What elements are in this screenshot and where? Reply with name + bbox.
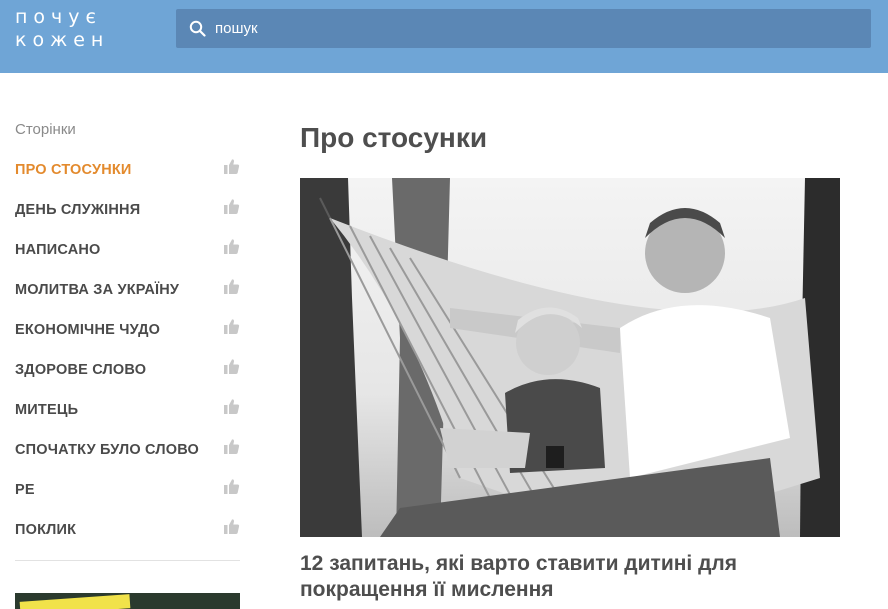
banner-yellow-shape — [19, 594, 131, 609]
sidebar-banner-image[interactable] — [15, 593, 240, 609]
sidebar-item-0[interactable]: ПРО СТОСУНКИ — [15, 150, 240, 190]
sidebar-item-label: МИТЕЦЬ — [15, 402, 79, 418]
thumbs-up-icon[interactable] — [223, 398, 240, 415]
search-bar[interactable] — [176, 9, 871, 48]
sidebar-item-label: СПОЧАТКУ БУЛО СЛОВО — [15, 442, 199, 458]
thumbs-up-icon[interactable] — [223, 438, 240, 455]
thumbs-up-icon[interactable] — [223, 198, 240, 215]
logo-line-1: почує — [15, 6, 102, 28]
thumbs-up-icon[interactable] — [223, 238, 240, 255]
article-title-link[interactable]: 12 запитань, які варто ставити дитині дл… — [300, 551, 840, 603]
article-hero-image[interactable] — [300, 178, 840, 537]
sidebar-item-label: ЕКОНОМІЧНЕ ЧУДО — [15, 322, 161, 338]
sidebar-heading: Сторінки — [15, 121, 76, 138]
sidebar-item-3[interactable]: МОЛИТВА ЗА УКРАЇНУ — [15, 270, 240, 310]
sidebar-divider — [15, 560, 240, 561]
sidebar-item-9[interactable]: ПОКЛИК — [15, 510, 240, 550]
sidebar-item-4[interactable]: ЕКОНОМІЧНЕ ЧУДО — [15, 310, 240, 350]
main-content: Про стосунки 12 запитань, які варто став… — [300, 120, 840, 601]
thumbs-up-icon[interactable] — [223, 478, 240, 495]
thumbs-up-icon[interactable] — [223, 518, 240, 535]
thumbs-up-icon[interactable] — [223, 318, 240, 335]
sidebar-item-label: РЕ — [15, 482, 35, 498]
sidebar: Сторінки ПРО СТОСУНКИ ДЕНЬ СЛУЖІННЯ НАПИСА… — [15, 120, 240, 561]
logo-line-2: кожен — [15, 29, 110, 51]
sidebar-item-8[interactable]: РЕ — [15, 470, 240, 510]
sidebar-item-2[interactable]: НАПИСАНО — [15, 230, 240, 270]
sidebar-item-label: НАПИСАНО — [15, 242, 101, 258]
search-input[interactable] — [215, 9, 855, 48]
site-logo[interactable]: почує кожен — [15, 6, 109, 52]
sidebar-item-label: ПРО СТОСУНКИ — [15, 162, 132, 178]
sidebar-item-label: ЗДОРОВЕ СЛОВО — [15, 362, 147, 378]
search-icon[interactable] — [189, 20, 206, 37]
sidebar-nav: ПРО СТОСУНКИ ДЕНЬ СЛУЖІННЯ НАПИСАНО МОЛИТВА… — [15, 150, 240, 550]
sidebar-item-6[interactable]: МИТЕЦЬ — [15, 390, 240, 430]
sidebar-item-label: МОЛИТВА ЗА УКРАЇНУ — [15, 282, 180, 298]
page-title: Про стосунки — [300, 122, 488, 153]
sidebar-item-5[interactable]: ЗДОРОВЕ СЛОВО — [15, 350, 240, 390]
site-header: почує кожен — [0, 0, 888, 73]
thumbs-up-icon[interactable] — [223, 358, 240, 375]
thumbs-up-icon[interactable] — [223, 278, 240, 295]
sidebar-item-1[interactable]: ДЕНЬ СЛУЖІННЯ — [15, 190, 240, 230]
thumbs-up-icon[interactable] — [223, 158, 240, 175]
sidebar-item-label: ПОКЛИК — [15, 522, 77, 538]
sidebar-item-7[interactable]: СПОЧАТКУ БУЛО СЛОВО — [15, 430, 240, 470]
sidebar-item-label: ДЕНЬ СЛУЖІННЯ — [15, 202, 141, 218]
